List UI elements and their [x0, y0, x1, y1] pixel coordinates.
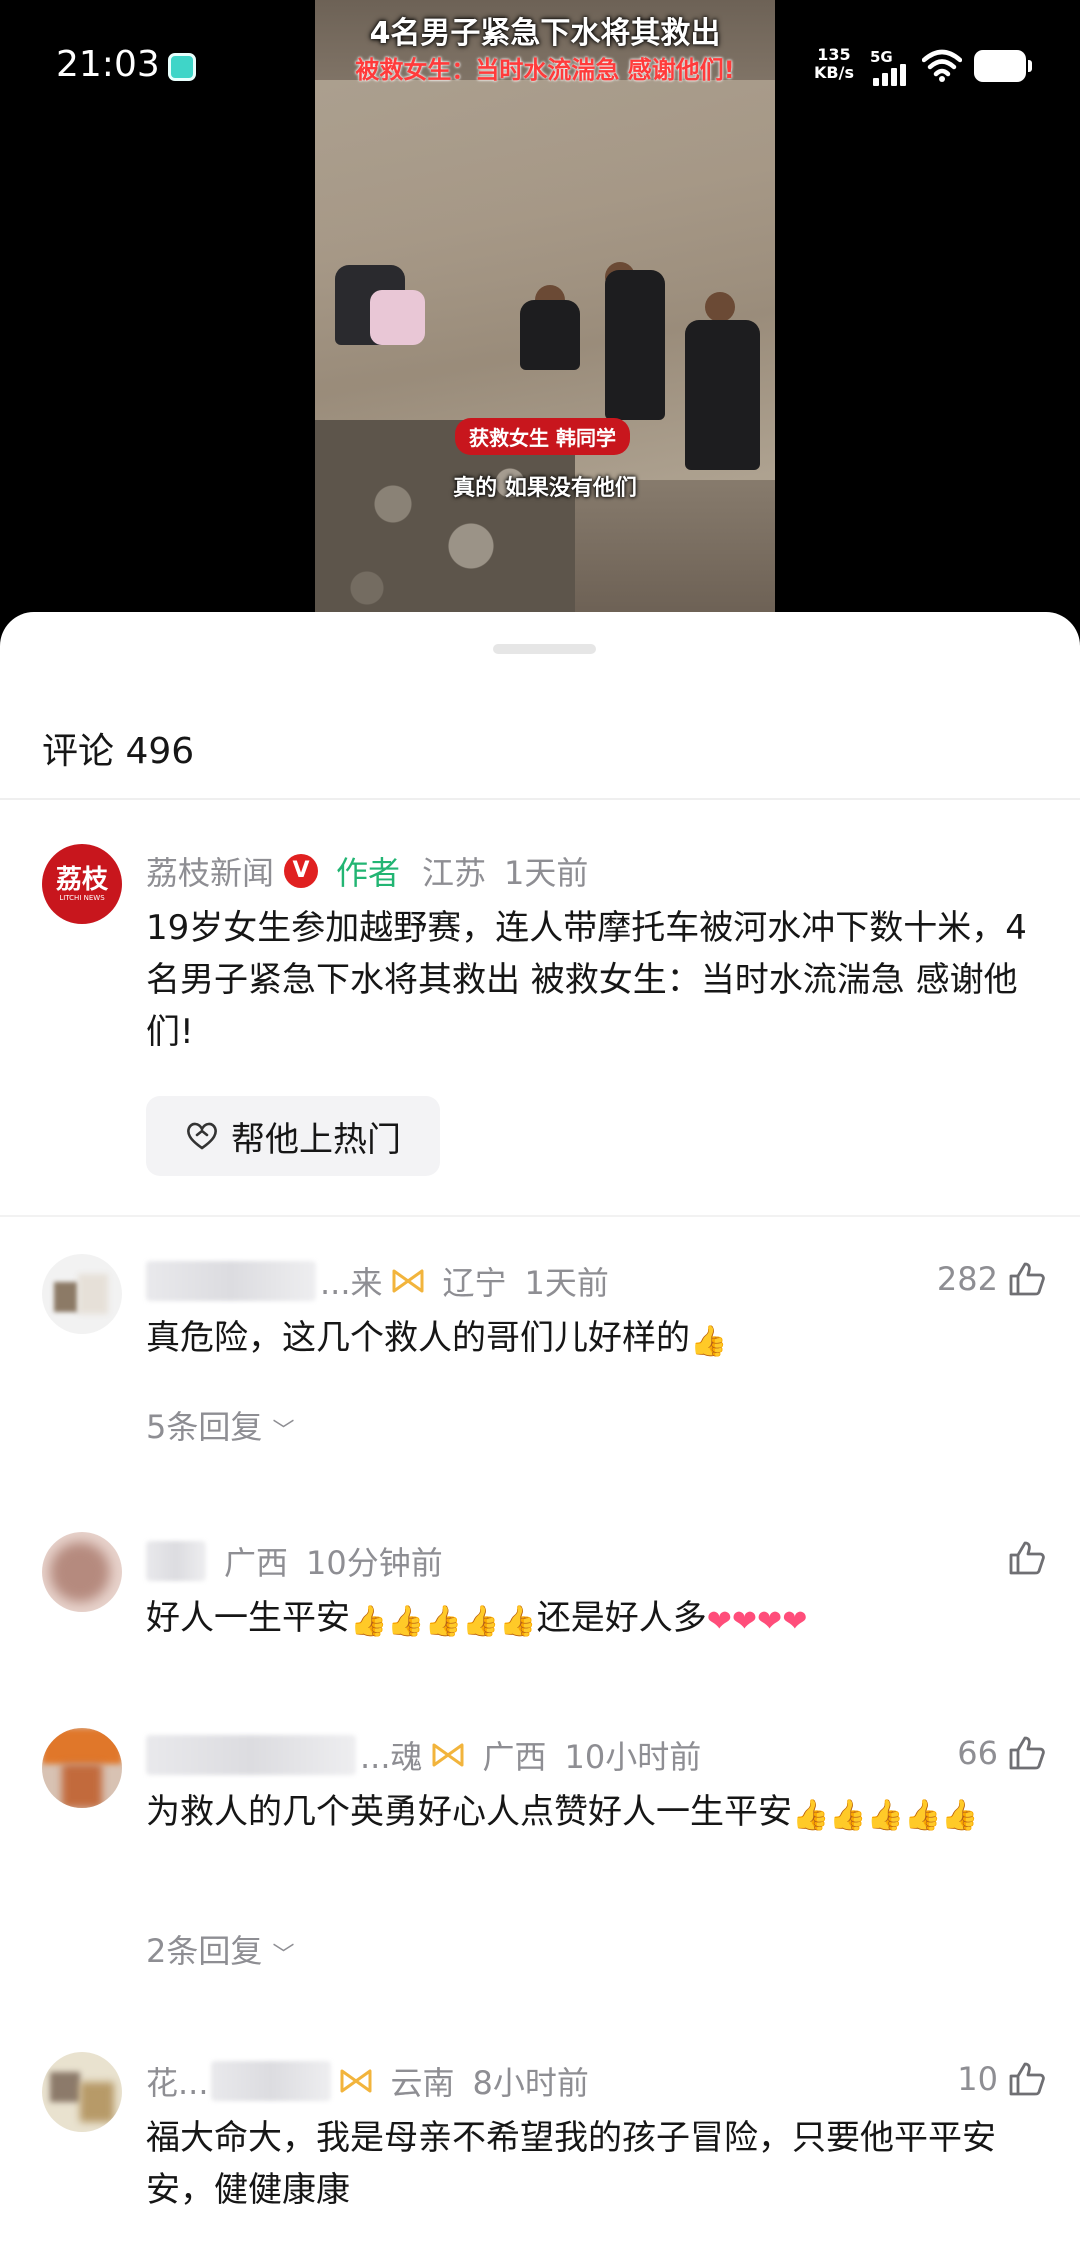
- avatar-logo-subtext: LITCHI NEWS: [59, 893, 105, 902]
- rescuer: [520, 300, 580, 370]
- user-avatar[interactable]: [42, 1254, 122, 1334]
- thumbs-up-icon: [1009, 1262, 1045, 1296]
- author-post-text[interactable]: 19岁女生参加越野赛，连人带摩托车被河水冲下数十米，4名男子紧急下水将其救出 被…: [146, 902, 1046, 1058]
- author-name-row: 荔枝新闻 V 作者 江苏 1天前: [146, 848, 588, 894]
- rescuer: [685, 320, 760, 470]
- comment-location: 云南: [390, 2064, 455, 2102]
- comment-text-body: 为救人的几个英勇好心人点赞好人一生平安: [146, 1792, 792, 1832]
- drag-handle[interactable]: [493, 644, 596, 654]
- thumbs-up-icon: [1009, 1736, 1045, 1770]
- thumbs-up-emoji-icon: 👍: [690, 1324, 728, 1359]
- network-speed-unit: KB/s: [814, 63, 854, 82]
- heart-boost-icon: [187, 1122, 217, 1150]
- comment-sheet: 评论 496 荔枝 LITCHI NEWS 荔枝新闻 V 作者 江苏 1天前 1…: [0, 612, 1080, 2246]
- promote-hot-label: 帮他上热门: [231, 1119, 401, 1160]
- comment-count-title: 评论 496: [42, 731, 195, 772]
- motorcycle-gear: [370, 290, 425, 345]
- comment-text-suffix: 还是好人多: [536, 1598, 707, 1638]
- like-button[interactable]: 10: [957, 2060, 1046, 2098]
- comment-text-body: 好人一生平安: [146, 1598, 350, 1638]
- divider: [0, 798, 1080, 800]
- video-frame[interactable]: 4名男子紧急下水将其救出 被救女生：当时水流湍急 感谢他们! 获救女生 韩同学 …: [315, 0, 775, 625]
- comment-location: 辽宁: [442, 1264, 507, 1302]
- author-name[interactable]: 荔枝新闻: [146, 848, 274, 894]
- video-name-tag: 获救女生 韩同学: [455, 418, 630, 455]
- chevron-down-icon: ﹀: [272, 1943, 295, 1968]
- divider: [0, 1215, 1080, 1217]
- replies-label: 2条回复: [146, 1932, 263, 1970]
- comment-time: 10分钟前: [306, 1544, 443, 1582]
- comment-text-body: 真危险，这几个救人的哥们儿好样的: [146, 1318, 690, 1358]
- comment-location: 江苏: [422, 854, 487, 892]
- fan-badge-icon: [340, 2069, 372, 2093]
- video-player[interactable]: 4名男子紧急下水将其救出 被救女生：当时水流湍急 感谢他们! 获救女生 韩同学 …: [0, 0, 1080, 640]
- rescuer: [605, 270, 665, 420]
- comment-location: 广西: [224, 1544, 289, 1582]
- chevron-down-icon: ﹀: [272, 1419, 295, 1444]
- video-subtitle: 真的 如果没有他们: [453, 475, 637, 501]
- comment-text[interactable]: 真危险，这几个救人的哥们儿好样的👍: [146, 1312, 1046, 1364]
- blurred-username: [210, 2061, 331, 2101]
- heart-emoji-icon: ❤❤❤❤: [706, 1604, 808, 1639]
- username-visible-part[interactable]: ...魂: [360, 1732, 423, 1778]
- view-replies-button[interactable]: 5条回复 ﹀: [146, 1402, 295, 1448]
- fan-badge-icon: [432, 1743, 464, 1767]
- username-visible-part[interactable]: ...来: [320, 1258, 383, 1304]
- like-count: 282: [936, 1260, 998, 1298]
- author-label: 作者: [336, 854, 401, 892]
- notification-app-icon: [168, 53, 196, 81]
- thumbs-up-icon: [1009, 2062, 1045, 2096]
- network-speed: 135 KB/s: [814, 46, 854, 82]
- blurred-username: [146, 1735, 356, 1775]
- user-avatar[interactable]: [42, 2052, 122, 2132]
- battery-icon: [974, 50, 1032, 82]
- rescuer-head: [705, 292, 735, 322]
- fan-badge-icon: [392, 1269, 424, 1293]
- username-visible-part[interactable]: 花...: [146, 2058, 209, 2104]
- comment-time: 8小时前: [472, 2064, 589, 2102]
- comment-text[interactable]: 福大命大，我是母亲不希望我的孩子冒险，只要他平平安安，健健康康: [146, 2112, 1046, 2216]
- avatar-logo-text: 荔枝: [55, 864, 108, 895]
- author-avatar[interactable]: 荔枝 LITCHI NEWS: [42, 844, 122, 924]
- video-caption-title: 4名男子紧急下水将其救出: [369, 16, 721, 51]
- view-replies-button[interactable]: 2条回复 ﹀: [146, 1926, 295, 1972]
- like-button[interactable]: 66: [957, 1734, 1046, 1772]
- comment-text[interactable]: 好人一生平安👍👍👍👍👍还是好人多❤❤❤❤: [146, 1592, 1046, 1644]
- comment-time: 10小时前: [564, 1738, 702, 1776]
- thumbs-up-icon: [1009, 1541, 1045, 1575]
- network-speed-value: 135: [817, 45, 851, 64]
- video-caption-subtitle: 被救女生：当时水流湍急 感谢他们!: [355, 56, 735, 84]
- wifi-icon: [922, 49, 962, 82]
- user-avatar[interactable]: [42, 1728, 122, 1808]
- blurred-username: [146, 1541, 206, 1581]
- comment-name-row: ...来 辽宁 1天前: [146, 1258, 609, 1304]
- like-button[interactable]: 282: [937, 1260, 1046, 1298]
- status-time: 21:03: [56, 44, 160, 85]
- user-avatar[interactable]: [42, 1532, 122, 1612]
- comment-name-row: 花... 云南 8小时前: [146, 2058, 589, 2104]
- comment-time: 1天前: [504, 854, 589, 892]
- like-button[interactable]: [998, 1540, 1046, 1576]
- like-count: 66: [957, 1734, 998, 1772]
- comment-time: 1天前: [524, 1264, 609, 1302]
- thumbs-up-emoji-icon: 👍👍👍👍👍: [792, 1798, 979, 1833]
- blurred-username: [146, 1261, 316, 1301]
- replies-label: 5条回复: [146, 1408, 263, 1446]
- verified-icon: V: [284, 854, 319, 888]
- like-count: 10: [957, 2060, 998, 2098]
- comment-text[interactable]: 为救人的几个英勇好心人点赞好人一生平安👍👍👍👍👍: [146, 1786, 1046, 1838]
- comment-name-row: ...魂 广西 10小时前: [146, 1732, 701, 1778]
- comment-location: 广西: [482, 1738, 547, 1776]
- signal-icon: [873, 64, 906, 86]
- comment-name-row: 广西 10分钟前: [146, 1538, 443, 1584]
- thumbs-up-emoji-icon: 👍👍👍👍👍: [350, 1604, 537, 1639]
- promote-hot-button[interactable]: 帮他上热门: [146, 1096, 440, 1176]
